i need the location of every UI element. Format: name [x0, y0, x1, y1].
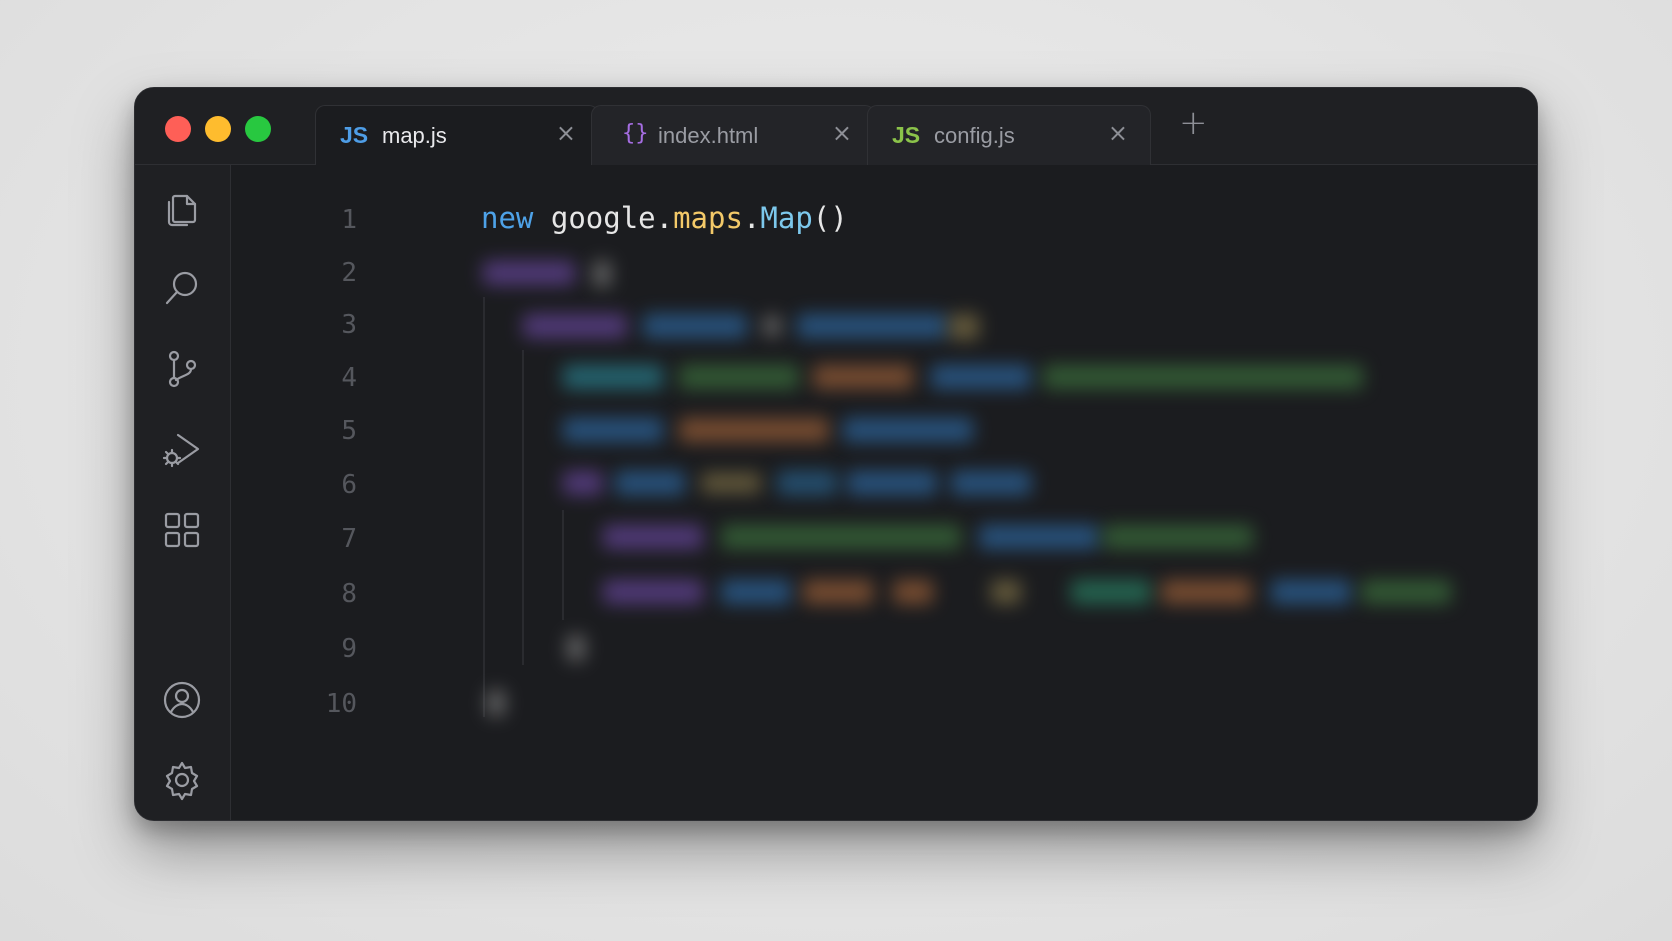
line-number: 1	[341, 205, 357, 235]
tab-label: index.html	[658, 123, 759, 148]
property-maps: maps	[673, 201, 743, 235]
minimize-window-button[interactable]	[205, 116, 231, 142]
line-number: 2	[341, 258, 357, 288]
close-tab-icon[interactable]: ×	[1108, 121, 1128, 145]
line-number: 4	[341, 363, 357, 393]
title-bar: JS map.js × {} index.html × JS config.js…	[135, 88, 1537, 165]
line-number: 10	[325, 689, 357, 719]
extensions-icon[interactable]	[161, 509, 203, 551]
line-number: 8	[341, 579, 357, 609]
line-number: 6	[341, 470, 357, 500]
identifier-google: google	[550, 201, 656, 235]
function-map: Map	[760, 201, 813, 235]
tab-index-html[interactable]: {} index.html ×	[591, 105, 875, 165]
javascript-file-icon: JS	[340, 122, 369, 148]
indent-guide	[483, 297, 485, 717]
maximize-window-button[interactable]	[245, 116, 271, 142]
close-tab-icon[interactable]: ×	[556, 121, 576, 145]
dot: .	[655, 201, 674, 235]
code-editor[interactable]: 1 2 3 4 5 6 7 8 9 10 new google.maps.Map…	[231, 165, 1537, 820]
dot: .	[742, 201, 761, 235]
keyword-new: new	[481, 201, 534, 235]
html-file-icon: {}	[622, 121, 649, 146]
indent-guide	[562, 510, 564, 620]
indent-guide	[522, 350, 524, 665]
new-tab-icon[interactable]: +	[1179, 106, 1208, 140]
files-icon[interactable]	[161, 188, 203, 230]
settings-icon[interactable]	[161, 759, 203, 801]
source-control-icon[interactable]	[161, 348, 203, 390]
tab-label: map.js	[382, 123, 447, 148]
search-icon[interactable]	[161, 267, 203, 309]
line-number: 9	[341, 634, 357, 664]
line-number: 3	[341, 310, 357, 340]
code-line-1: new google.maps.Map()	[481, 201, 848, 235]
javascript-file-icon: JS	[892, 122, 921, 148]
line-number: 5	[341, 416, 357, 446]
tab-map-js[interactable]: JS map.js ×	[315, 105, 599, 165]
editor-window: JS map.js × {} index.html × JS config.js…	[134, 87, 1538, 821]
run-debug-icon[interactable]	[161, 428, 203, 470]
tab-config-js[interactable]: JS config.js ×	[867, 105, 1151, 165]
line-number: 7	[341, 524, 357, 554]
parentheses: ()	[812, 201, 848, 235]
account-icon[interactable]	[161, 679, 203, 721]
close-window-button[interactable]	[165, 116, 191, 142]
close-tab-icon[interactable]: ×	[832, 121, 852, 145]
tab-label: config.js	[934, 123, 1015, 148]
activity-bar	[135, 165, 231, 820]
